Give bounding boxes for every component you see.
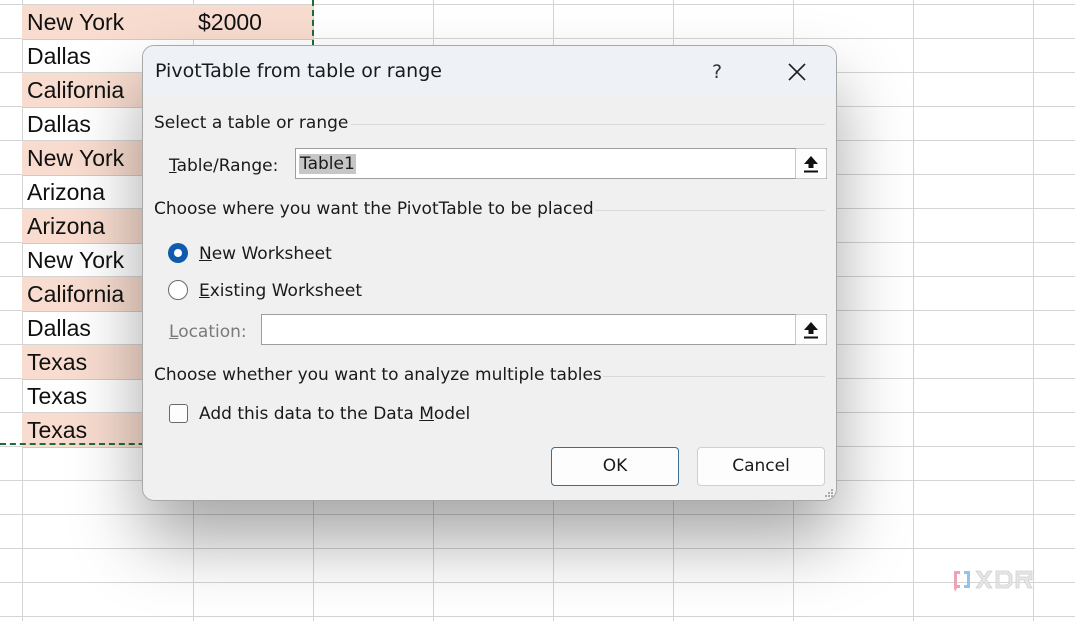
cell-city[interactable]: New York (27, 243, 124, 277)
label-text: xisting Worksheet (209, 281, 363, 301)
location-label: Location: (169, 322, 247, 342)
close-button[interactable] (779, 56, 815, 88)
radio-existing-worksheet[interactable] (168, 280, 188, 300)
cell-city[interactable]: Texas (27, 413, 87, 447)
close-icon (788, 63, 806, 81)
location-input[interactable] (261, 314, 827, 345)
grid-row-line (0, 514, 1075, 515)
cell-amount[interactable]: $2000 (198, 5, 262, 39)
label-text: ew Worksheet (211, 244, 332, 264)
section-heading-multiple: Choose whether you want to analyze multi… (154, 365, 602, 385)
collapse-dialog-button-location[interactable] (795, 314, 827, 345)
upload-arrow-icon (804, 155, 818, 172)
divider (595, 210, 825, 211)
section-heading-source: Select a table or range (154, 113, 349, 133)
grid-row-line (0, 582, 1075, 583)
divider (351, 124, 825, 125)
resize-grip-icon[interactable] (824, 488, 834, 498)
access-key: N (199, 244, 212, 264)
dialog-titlebar: PivotTable from table or range ? (143, 46, 836, 96)
divider (603, 376, 825, 377)
ok-button[interactable]: OK (551, 447, 679, 486)
table-range-value: Table1 (299, 154, 356, 174)
xda-logo-icon (954, 570, 1033, 592)
xda-watermark (950, 565, 1054, 600)
cell-city[interactable]: California (27, 73, 124, 107)
cell-city[interactable]: Dallas (27, 107, 91, 141)
grid-row-line (0, 548, 1075, 549)
cell-city[interactable]: New York (27, 141, 124, 175)
label-text: Add this data to the Data (199, 404, 420, 424)
data-model-checkbox[interactable] (169, 404, 188, 423)
access-key: L (169, 322, 179, 342)
table-range-label: Table/Range: (169, 156, 278, 176)
cell-city[interactable]: Texas (27, 379, 87, 413)
cell-city[interactable]: Arizona (27, 209, 105, 243)
help-button[interactable]: ? (699, 58, 735, 86)
cell-city[interactable]: Dallas (27, 39, 91, 73)
grid-row-line (0, 616, 1075, 617)
collapse-dialog-button[interactable] (795, 148, 827, 179)
label-text: odel (433, 404, 471, 424)
radio-existing-worksheet-label[interactable]: Existing Worksheet (199, 281, 362, 301)
upload-arrow-icon (804, 321, 818, 338)
cell-city[interactable]: Arizona (27, 175, 105, 209)
data-model-checkbox-label[interactable]: Add this data to the Data Model (199, 404, 470, 424)
cell-city[interactable]: New York (27, 5, 124, 39)
cell-city[interactable]: Dallas (27, 311, 91, 345)
cell-city[interactable]: Texas (27, 345, 87, 379)
radio-new-worksheet[interactable] (168, 243, 188, 263)
table-range-input[interactable]: Table1 (295, 148, 827, 179)
cell-city[interactable]: California (27, 277, 124, 311)
access-key: M (419, 404, 434, 424)
cancel-button[interactable]: Cancel (697, 447, 825, 486)
section-heading-placement: Choose where you want the PivotTable to … (154, 199, 594, 219)
access-key: E (199, 281, 210, 301)
label-text: ocation: (178, 322, 247, 342)
access-key: T (169, 156, 177, 176)
dialog-title: PivotTable from table or range (155, 60, 442, 82)
label-text: able/Range: (176, 156, 279, 176)
pivottable-dialog: PivotTable from table or range ? Select … (142, 45, 837, 501)
radio-new-worksheet-label[interactable]: New Worksheet (199, 244, 332, 264)
table-row[interactable]: New York $2000 (22, 5, 313, 40)
